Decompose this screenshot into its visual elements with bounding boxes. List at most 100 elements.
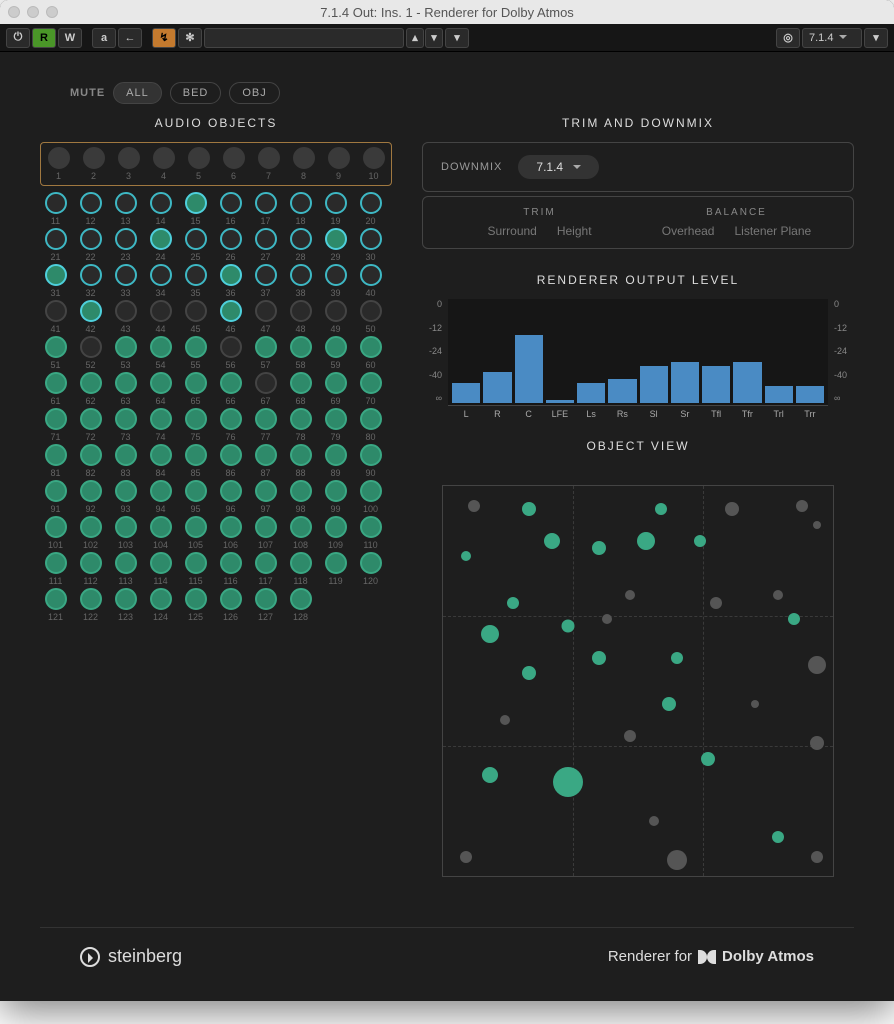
object-slot[interactable]: 91 [40, 480, 71, 514]
bed-slot[interactable]: 7 [253, 147, 284, 181]
object-slot[interactable]: 96 [215, 480, 246, 514]
object-slot[interactable]: 119 [320, 552, 351, 586]
object-slot[interactable]: 59 [320, 336, 351, 370]
object-slot[interactable]: 14 [145, 192, 176, 226]
object-slot[interactable]: 41 [40, 300, 71, 334]
object-slot[interactable]: 116 [215, 552, 246, 586]
object-slot[interactable]: 79 [320, 408, 351, 442]
bed-slot[interactable]: 2 [78, 147, 109, 181]
object-slot[interactable]: 46 [215, 300, 246, 334]
object-slot[interactable]: 32 [75, 264, 106, 298]
object-slot[interactable]: 12 [75, 192, 106, 226]
object-slot[interactable]: 85 [180, 444, 211, 478]
object-slot[interactable]: 118 [285, 552, 316, 586]
object-slot[interactable]: 31 [40, 264, 71, 298]
object-slot[interactable]: 115 [180, 552, 211, 586]
object-slot[interactable]: 82 [75, 444, 106, 478]
object-slot[interactable]: 58 [285, 336, 316, 370]
object-slot[interactable]: 117 [250, 552, 281, 586]
zoom-icon[interactable] [46, 6, 58, 18]
object-slot[interactable]: 101 [40, 516, 71, 550]
object-slot[interactable]: 39 [320, 264, 351, 298]
object-slot[interactable]: 113 [110, 552, 141, 586]
object-slot[interactable]: 87 [250, 444, 281, 478]
object-slot[interactable]: 61 [40, 372, 71, 406]
object-slot[interactable]: 20 [355, 192, 386, 226]
object-slot[interactable]: 93 [110, 480, 141, 514]
settings-button[interactable]: ✻ [178, 28, 202, 48]
downmix-select[interactable]: 7.1.4 [518, 155, 599, 179]
preset-menu-button[interactable]: ▾ [445, 28, 469, 48]
format-dropdown[interactable]: 7.1.4 [802, 28, 862, 48]
object-slot[interactable]: 110 [355, 516, 386, 550]
object-slot[interactable]: 50 [355, 300, 386, 334]
object-slot[interactable]: 53 [110, 336, 141, 370]
object-slot[interactable]: 24 [145, 228, 176, 262]
object-slot[interactable]: 94 [145, 480, 176, 514]
object-slot[interactable]: 55 [180, 336, 211, 370]
object-slot[interactable]: 123 [110, 588, 141, 622]
bed-slot[interactable]: 6 [218, 147, 249, 181]
object-slot[interactable]: 65 [180, 372, 211, 406]
object-slot[interactable]: 128 [285, 588, 316, 622]
object-slot[interactable]: 27 [250, 228, 281, 262]
read-automation-button[interactable]: R [32, 28, 56, 48]
object-slot[interactable]: 70 [355, 372, 386, 406]
object-slot[interactable]: 62 [75, 372, 106, 406]
bypass-button[interactable]: ↯ [152, 28, 176, 48]
object-slot[interactable]: 67 [250, 372, 281, 406]
object-slot[interactable]: 106 [215, 516, 246, 550]
object-slot[interactable]: 103 [110, 516, 141, 550]
object-slot[interactable]: 42 [75, 300, 106, 334]
balance-overhead[interactable]: Overhead [662, 224, 715, 238]
object-slot[interactable]: 23 [110, 228, 141, 262]
bed-slot[interactable]: 3 [113, 147, 144, 181]
object-slot[interactable]: 25 [180, 228, 211, 262]
back-button[interactable]: ← [118, 28, 142, 48]
object-slot[interactable]: 36 [215, 264, 246, 298]
object-slot[interactable]: 86 [215, 444, 246, 478]
object-slot[interactable]: 33 [110, 264, 141, 298]
object-slot[interactable]: 51 [40, 336, 71, 370]
object-slot[interactable]: 26 [215, 228, 246, 262]
object-slot[interactable]: 80 [355, 408, 386, 442]
object-slot[interactable]: 56 [215, 336, 246, 370]
object-slot[interactable]: 44 [145, 300, 176, 334]
object-slot[interactable]: 88 [285, 444, 316, 478]
object-slot[interactable]: 102 [75, 516, 106, 550]
object-slot[interactable]: 63 [110, 372, 141, 406]
balance-listener-plane[interactable]: Listener Plane [734, 224, 811, 238]
object-slot[interactable]: 37 [250, 264, 281, 298]
mute-obj-button[interactable]: OBJ [229, 82, 279, 104]
object-slot[interactable]: 47 [250, 300, 281, 334]
trim-surround[interactable]: Surround [487, 224, 536, 238]
object-slot[interactable]: 78 [285, 408, 316, 442]
object-slot[interactable]: 11 [40, 192, 71, 226]
object-slot[interactable]: 22 [75, 228, 106, 262]
object-slot[interactable]: 107 [250, 516, 281, 550]
object-slot[interactable]: 71 [40, 408, 71, 442]
trim-height[interactable]: Height [557, 224, 592, 238]
bed-slot[interactable]: 10 [358, 147, 389, 181]
bed-slot[interactable]: 4 [148, 147, 179, 181]
object-slot[interactable]: 68 [285, 372, 316, 406]
preset-field[interactable] [204, 28, 404, 48]
object-slot[interactable]: 72 [75, 408, 106, 442]
object-slot[interactable]: 57 [250, 336, 281, 370]
snapshot-button[interactable]: ◎ [776, 28, 800, 48]
object-slot[interactable]: 34 [145, 264, 176, 298]
object-slot[interactable]: 83 [110, 444, 141, 478]
object-slot[interactable]: 90 [355, 444, 386, 478]
object-slot[interactable]: 84 [145, 444, 176, 478]
object-slot[interactable]: 28 [285, 228, 316, 262]
object-slot[interactable]: 45 [180, 300, 211, 334]
object-slot[interactable]: 48 [285, 300, 316, 334]
object-slot[interactable]: 52 [75, 336, 106, 370]
object-slot[interactable]: 19 [320, 192, 351, 226]
object-slot[interactable]: 98 [285, 480, 316, 514]
object-slot[interactable]: 120 [355, 552, 386, 586]
object-slot[interactable]: 60 [355, 336, 386, 370]
object-slot[interactable]: 121 [40, 588, 71, 622]
object-slot[interactable]: 15 [180, 192, 211, 226]
object-slot[interactable]: 100 [355, 480, 386, 514]
